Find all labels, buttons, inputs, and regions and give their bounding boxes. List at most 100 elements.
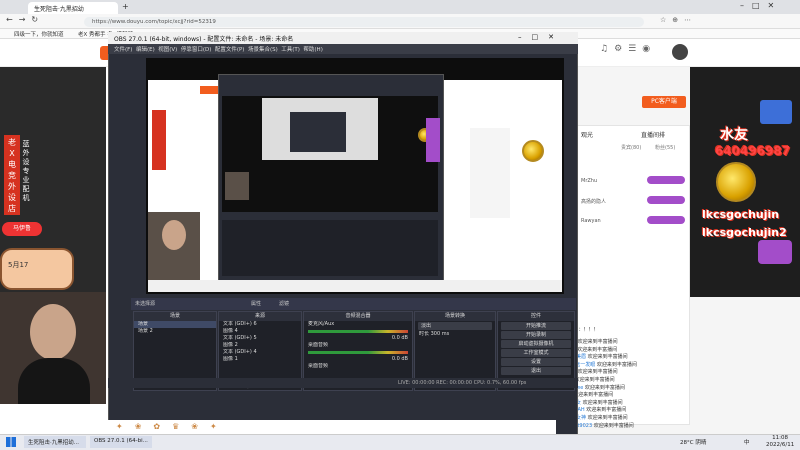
start-streaming-button[interactable]: 开始推流 bbox=[501, 322, 571, 330]
source-item[interactable]: 图像 1 bbox=[219, 356, 301, 363]
banner-char: 电 bbox=[8, 160, 16, 169]
clock-time: 11:08 bbox=[772, 435, 789, 441]
chat-tab-3[interactable]: 粉丝(55) bbox=[655, 144, 675, 151]
chat-text: 欢迎来到丰富播间 bbox=[587, 415, 628, 421]
ime-indicator[interactable]: 中 bbox=[740, 436, 754, 448]
chat-text: 欢迎来到丰富播间 bbox=[582, 399, 623, 406]
menu-scene-collection[interactable]: 场景集合(S) bbox=[248, 47, 278, 53]
start-recording-button[interactable]: 开始录制 bbox=[501, 331, 571, 339]
sticker-label: 5月17 bbox=[8, 261, 29, 269]
menu-profile[interactable]: 配置文件(P) bbox=[215, 47, 245, 53]
mixer-channel-name: 麦克风/Aux bbox=[308, 321, 335, 327]
transition-select[interactable]: 淡出 bbox=[418, 322, 492, 330]
banner-char: 竞 bbox=[8, 171, 16, 180]
menu-edit[interactable]: 编辑(E) bbox=[136, 47, 155, 53]
virtual-camera-button[interactable]: 启动虚拟摄像机 bbox=[501, 340, 571, 348]
obs-window-controls[interactable]: –□✕ bbox=[518, 33, 564, 41]
chat-text: 欢迎来到丰富播间 bbox=[577, 369, 618, 376]
duration-value[interactable]: 300 ms bbox=[431, 331, 450, 337]
obs-titlebar: OBS 27.0.1 (64-bit, windows) - 配置文件: 未命名… bbox=[108, 32, 578, 44]
mixer-extra: 桌面音频 bbox=[308, 363, 329, 369]
menu-tools[interactable]: 工具(T) bbox=[281, 47, 300, 53]
filters-button[interactable]: 滤镜 bbox=[279, 300, 289, 307]
chat-text: 欢迎来到丰富播间 bbox=[577, 339, 618, 345]
duration-label: 时长 bbox=[419, 331, 430, 337]
mixer-db: 0.0 dB bbox=[391, 356, 408, 362]
sources-header: 来源 bbox=[219, 312, 301, 321]
chat-text: 欢迎来到丰富播间 bbox=[577, 346, 618, 353]
banner-char: 设 bbox=[22, 158, 30, 166]
window-controls[interactable]: –□✕ bbox=[740, 1, 782, 10]
banner-char: 店 bbox=[8, 204, 16, 213]
pc-client-button[interactable]: PC客户端 bbox=[642, 96, 686, 108]
studio-mode-button[interactable]: 工作室模式 bbox=[501, 349, 571, 357]
source-item[interactable]: 文本 (GDI+) 4 bbox=[219, 349, 301, 356]
nav-buttons[interactable]: ←→↻ bbox=[6, 15, 44, 24]
windows-start-icon[interactable] bbox=[6, 437, 16, 447]
browser-toolbar-icons[interactable]: ☆⊕⋯ bbox=[660, 16, 697, 24]
avatar[interactable] bbox=[672, 44, 688, 60]
source-item[interactable]: 图像 2 bbox=[219, 342, 301, 349]
menu-help[interactable]: 帮助(H) bbox=[303, 47, 322, 53]
properties-button[interactable]: 属性 bbox=[251, 300, 261, 307]
mixer-channel-name: 桌面音频 bbox=[308, 342, 329, 348]
preview-webcam bbox=[148, 212, 200, 282]
banner-char: 配 bbox=[22, 185, 30, 193]
banner-char: 业 bbox=[22, 176, 30, 184]
settings-button[interactable]: 设置 bbox=[501, 358, 571, 366]
overlay-line-2: 640496987 bbox=[715, 144, 791, 158]
bookmark-1[interactable]: 四级一下，你就知道 bbox=[14, 30, 64, 38]
scene-item[interactable]: 场景 2 bbox=[134, 328, 216, 335]
banner-char: 蓝 bbox=[22, 140, 30, 148]
chat-text: 欢迎来到丰富播间 bbox=[587, 354, 628, 361]
menu-file[interactable]: 文件(F) bbox=[114, 47, 132, 53]
exit-button[interactable]: 退出 bbox=[501, 367, 571, 375]
menu-docks[interactable]: 停靠窗口(D) bbox=[181, 47, 212, 53]
rank-badge bbox=[647, 176, 685, 184]
gift-icons[interactable]: ✦❀✿♛❀✦ bbox=[116, 422, 229, 431]
taskbar-browser[interactable]: 生死阻击·九黑招幼... bbox=[24, 436, 86, 448]
streamer-shirt bbox=[18, 358, 90, 404]
source-item[interactable]: 文本 (GDI+) 6 bbox=[219, 321, 301, 328]
clock-date: 2022/6/11 bbox=[766, 442, 795, 448]
obs-status-text: LIVE: 00:00:00 REC: 00:00:00 CPU: 0.7%, … bbox=[398, 380, 527, 386]
preview-taskbar bbox=[148, 280, 562, 292]
preview-side-banner bbox=[152, 110, 166, 170]
ui-tab-2[interactable]: 直播间排 bbox=[641, 130, 665, 139]
source-item[interactable]: 图像 4 bbox=[219, 328, 301, 335]
chat-text: 欢迎来到丰富播间 bbox=[574, 377, 615, 383]
obs-status-bar: LIVE: 00:00:00 REC: 00:00:00 CPU: 0.7%, … bbox=[108, 378, 578, 388]
volume-meter bbox=[308, 330, 408, 333]
banner-char: 老 bbox=[8, 138, 16, 147]
preview-douyu-logo bbox=[200, 86, 218, 94]
mixer-db: 0.0 dB bbox=[391, 335, 408, 341]
menu-view[interactable]: 视图(V) bbox=[158, 47, 177, 53]
taskbar-obs[interactable]: OBS 27.0.1 (64-bi... bbox=[90, 436, 152, 448]
rank-badge bbox=[647, 196, 685, 204]
banner-char: 外 bbox=[22, 149, 30, 157]
chat-text: 欢迎来到丰富播间 bbox=[584, 384, 625, 391]
purple-badge bbox=[758, 240, 792, 264]
user-label-3: Rawyan bbox=[581, 218, 601, 224]
preview-recursive-docks bbox=[222, 220, 438, 276]
chat-tab-2[interactable]: 贵宾(80) bbox=[621, 144, 641, 151]
transitions-header: 场景转换 bbox=[415, 312, 495, 321]
url-input[interactable]: https://www.douyu.com/topic/xcjj?rid=523… bbox=[84, 17, 644, 27]
overlay-line-4: lkcsgochujin2 bbox=[702, 226, 787, 239]
banner-char: X bbox=[9, 149, 15, 158]
scene-item[interactable]: 场景 bbox=[134, 321, 216, 328]
banner-char: 外 bbox=[8, 182, 16, 191]
user-label-1: MrZhu bbox=[581, 178, 598, 184]
tab-label: 生死阻击·九黑招幼 bbox=[34, 6, 84, 13]
new-tab-button[interactable]: + bbox=[122, 2, 129, 11]
coin-badge-icon bbox=[716, 162, 756, 202]
overlay-line-1: 水友 bbox=[720, 127, 748, 143]
preview-purple-strip bbox=[426, 118, 440, 162]
tab-douyu[interactable]: 生死阻击·九黑招幼 bbox=[28, 2, 118, 14]
obs-docks-bar: 未选择源 属性 滤镜 bbox=[131, 298, 576, 310]
weather[interactable]: 28°C 阴晴 bbox=[676, 436, 710, 448]
ui-tab-1[interactable]: 观光 bbox=[581, 130, 593, 139]
banner-char: 机 bbox=[22, 194, 30, 202]
source-item[interactable]: 文本 (GDI+) 5 bbox=[219, 335, 301, 342]
clock[interactable]: 11:08 2022/6/11 bbox=[766, 435, 794, 449]
